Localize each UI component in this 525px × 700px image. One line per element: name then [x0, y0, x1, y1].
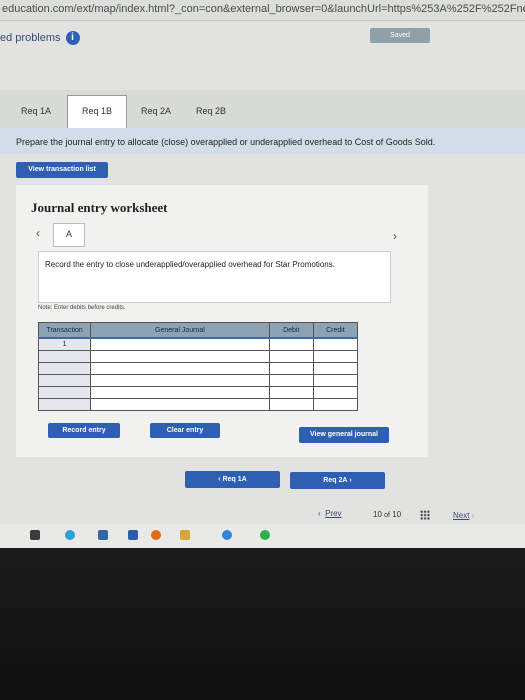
transaction-cell	[37, 350, 92, 363]
col-general-journal: General Journal	[90, 322, 270, 339]
grid-icon[interactable]	[420, 510, 430, 520]
general-journal-input[interactable]	[90, 362, 270, 375]
general-journal-input[interactable]	[90, 337, 270, 351]
store-icon[interactable]	[128, 530, 138, 540]
credit-input[interactable]	[312, 337, 359, 351]
edge-icon[interactable]	[65, 530, 75, 540]
debit-input[interactable]	[268, 398, 314, 411]
chevron-right-icon: ›	[347, 477, 352, 484]
chevron-left-icon[interactable]: ‹	[36, 226, 40, 240]
general-journal-input[interactable]	[90, 374, 270, 387]
spotify-icon[interactable]	[260, 530, 270, 540]
general-journal-input[interactable]	[90, 386, 270, 399]
app-icon[interactable]	[180, 530, 190, 540]
tab-req-2a[interactable]: Req 2A	[130, 96, 182, 126]
table-row	[37, 386, 359, 399]
credit-input[interactable]	[312, 386, 359, 399]
transaction-cell	[37, 398, 92, 411]
next-req-label: Req 2A	[323, 477, 348, 484]
journal-table: Transaction General Journal Debit Credit…	[37, 322, 359, 411]
table-row	[37, 350, 359, 363]
clear-entry-button[interactable]: Clear entry	[150, 423, 220, 438]
prev-req-button[interactable]: ‹ Req 1A	[185, 471, 280, 488]
prev-link[interactable]: ‹ Prev	[318, 509, 342, 518]
transaction-cell	[37, 362, 92, 375]
col-credit: Credit	[312, 322, 359, 339]
worksheet-tab-a[interactable]: A	[53, 223, 85, 247]
tab-req-2b[interactable]: Req 2B	[185, 96, 237, 126]
debit-input[interactable]	[268, 386, 314, 399]
screen: education.com/ext/map/index.html?_con=co…	[0, 0, 525, 548]
chevron-right-icon[interactable]: ›	[393, 229, 397, 243]
general-journal-input[interactable]	[90, 350, 270, 363]
saved-badge: Saved	[370, 28, 430, 43]
tab-req-1b[interactable]: Req 1B	[67, 95, 127, 129]
table-row: 1	[37, 337, 359, 351]
folder-icon[interactable]	[98, 530, 108, 540]
page-current: 10	[373, 510, 382, 519]
next-link[interactable]: Next ›	[453, 511, 474, 520]
view-transaction-list-button[interactable]: View transaction list	[16, 162, 108, 178]
credit-input[interactable]	[312, 362, 359, 375]
problems-link[interactable]: ed problems i	[0, 31, 80, 45]
credit-input[interactable]	[312, 350, 359, 363]
transaction-cell	[37, 374, 92, 387]
chevron-right-icon: ›	[469, 511, 475, 520]
record-instruction-box: Record the entry to close underapplied/o…	[38, 251, 391, 303]
page-indicator: 10 of 10	[373, 510, 401, 519]
record-instruction-text: Record the entry to close underapplied/o…	[45, 260, 335, 269]
prev-label: Prev	[325, 509, 342, 518]
table-row	[37, 374, 359, 387]
debit-input[interactable]	[268, 337, 314, 351]
url-bar[interactable]: education.com/ext/map/index.html?_con=co…	[0, 0, 525, 21]
transaction-cell: 1	[37, 337, 92, 351]
page-total: 10	[392, 510, 402, 519]
worksheet-title: Journal entry worksheet	[31, 200, 168, 215]
next-label: Next	[453, 511, 470, 520]
debit-input[interactable]	[268, 374, 314, 387]
chrome-icon[interactable]	[222, 530, 232, 540]
info-icon[interactable]: i	[65, 31, 80, 45]
debit-input[interactable]	[268, 362, 314, 375]
debit-input[interactable]	[268, 350, 314, 363]
col-transaction: Transaction	[37, 322, 92, 339]
table-row	[37, 398, 359, 411]
finder-icon[interactable]	[30, 530, 40, 540]
problems-label: ed problems	[0, 32, 61, 44]
prev-req-label: Req 1A	[222, 476, 247, 483]
view-general-journal-button[interactable]: View general journal	[299, 427, 389, 443]
instruction-text: Prepare the journal entry to allocate (c…	[0, 128, 525, 154]
page-of: of	[384, 512, 390, 519]
next-req-button[interactable]: Req 2A ›	[290, 472, 385, 489]
monitor-bezel	[0, 548, 525, 700]
credit-input[interactable]	[312, 398, 359, 411]
col-debit: Debit	[268, 322, 314, 339]
general-journal-input[interactable]	[90, 398, 270, 411]
table-row	[37, 362, 359, 375]
firefox-icon[interactable]	[151, 530, 161, 540]
tab-req-1a[interactable]: Req 1A	[10, 96, 62, 126]
record-entry-button[interactable]: Record entry	[48, 423, 120, 438]
credit-input[interactable]	[312, 374, 359, 387]
transaction-cell	[37, 386, 92, 399]
note-text: Note: Enter debits before credits.	[38, 305, 126, 311]
